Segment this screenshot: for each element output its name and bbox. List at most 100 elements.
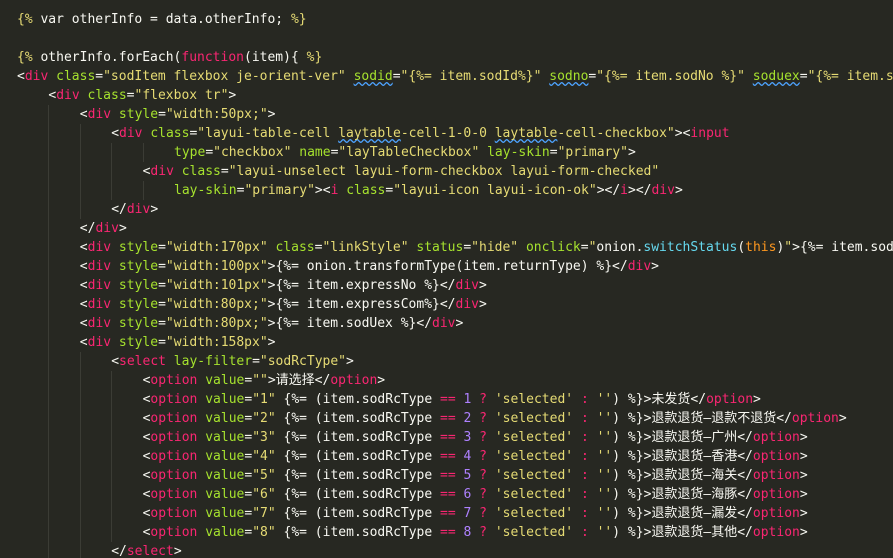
code-token: > (479, 297, 487, 312)
code-token: </ (416, 316, 433, 331)
code-line[interactable]: {% var otherInfo = data.otherInfo; %} (17, 10, 307, 29)
code-token: ) %}>退款退货—广州</ (612, 430, 753, 445)
code-token: "linkStyle" (322, 240, 409, 255)
code-token: ? (471, 392, 495, 407)
code-token: ? (471, 487, 495, 502)
code-token: 'selected' (494, 525, 574, 540)
code-line[interactable]: <option value="5" {%= (item.sodRcType ==… (143, 466, 808, 485)
code-token: style (111, 107, 159, 122)
code-token: "width:158px" (165, 335, 268, 350)
code-token: {% (17, 12, 33, 27)
code-line[interactable]: <select lay-filter="sodRcType"> (111, 352, 354, 371)
code-token: {%= ( (275, 449, 323, 464)
code-token: > (799, 487, 808, 502)
code-line[interactable]: <option value="3" {%= (item.sodRcType ==… (143, 428, 808, 447)
code-line[interactable]: <div class="sodItem flexbox je-orient-ve… (17, 67, 893, 86)
code-token: '' (596, 506, 613, 521)
code-token: {%= ( (275, 487, 323, 502)
code-token: {%= ( (275, 430, 323, 445)
code-token: div (87, 297, 112, 312)
code-editor[interactable]: {% var otherInfo = data.otherInfo; %} {% … (0, 0, 893, 558)
code-token: > (346, 354, 354, 369)
code-line[interactable]: <option value="8" {%= (item.sodRcType ==… (143, 523, 808, 542)
code-line[interactable]: <div style="width:170px" class="linkStyl… (80, 238, 893, 257)
code-token: < (79, 335, 88, 350)
code-token: ) %}>未发货</ (612, 392, 707, 407)
code-token: ) %}>退款退货—海关</ (612, 468, 753, 483)
code-token: : (573, 411, 597, 426)
code-line[interactable]: <option value="">请选择</option> (143, 371, 386, 390)
code-token: > (228, 88, 237, 103)
code-token: option (150, 506, 198, 521)
code-token: {%= item.sodUex %} (275, 316, 417, 331)
code-token: div (87, 259, 112, 274)
code-token: = (244, 430, 253, 445)
code-line[interactable]: <option value="7" {%= (item.sodRcType ==… (143, 504, 808, 523)
code-token: >< (674, 126, 691, 141)
code-token: = (392, 69, 401, 84)
code-line[interactable]: </select> (111, 542, 181, 558)
code-token: class (142, 126, 190, 141)
code-token: "" (252, 373, 268, 388)
code-token: option (150, 411, 198, 426)
code-line[interactable]: <div style="width:80px;">{%= item.expres… (80, 295, 487, 314)
code-token: "1" (252, 392, 276, 407)
code-token: option (330, 373, 378, 388)
code-token: = (158, 259, 166, 274)
code-line[interactable]: <div class="flexbox tr"> (48, 86, 236, 105)
code-token: ) %}>退款退货—香港</ (612, 449, 753, 464)
code-token: ? (471, 411, 495, 426)
code-line[interactable]: <div style="width:101px">{%= item.expres… (80, 276, 487, 295)
code-line[interactable]: <option value="6" {%= (item.sodRcType ==… (143, 485, 808, 504)
code-token: ? (471, 430, 495, 445)
code-token: "6" (252, 487, 276, 502)
code-line[interactable]: <option value="2" {%= (item.sodRcType ==… (143, 409, 847, 428)
code-token: = (126, 88, 135, 103)
code-token: laytable (494, 126, 558, 141)
code-line[interactable]: lay-skin="primary"><i class="layui-icon … (174, 181, 683, 200)
code-token: </ (439, 297, 456, 312)
code-token: "layui-table-cell (197, 126, 339, 141)
code-token: class (79, 88, 127, 103)
code-token: div (87, 107, 112, 122)
code-token: class (338, 183, 386, 198)
code-token: = (158, 278, 166, 293)
code-token: -cell-checkbox" (557, 126, 675, 141)
code-line[interactable]: </div> (111, 200, 158, 219)
code-token: : (573, 449, 597, 464)
code-token: value (197, 449, 245, 464)
code-token: '' (596, 392, 613, 407)
code-line[interactable]: type="checkbox" name="layTableCheckbox" … (174, 143, 636, 162)
code-line[interactable]: <div style="width:80px;">{%= item.sodUex… (80, 314, 464, 333)
code-token: div (95, 221, 119, 236)
code-token: type (174, 145, 206, 160)
code-line[interactable]: {% otherInfo.forEach(function(item){ %} (17, 48, 322, 67)
code-token: " (784, 240, 793, 255)
code-line[interactable]: <option value="1" {%= (item.sodRcType ==… (143, 390, 761, 409)
code-token: sodno (549, 69, 589, 84)
code-token: style (111, 297, 159, 312)
code-token: < (17, 69, 25, 84)
code-token: = (549, 145, 558, 160)
code-line[interactable]: <div class="layui-unselect layui-form-ch… (143, 162, 660, 181)
code-token: value (197, 373, 245, 388)
code-line[interactable]: <div style="width:158px"> (80, 333, 276, 352)
code-token: "width:100px" (165, 259, 268, 274)
code-line[interactable]: <option value="4" {%= (item.sodRcType ==… (143, 447, 808, 466)
code-token: option (150, 430, 198, 445)
code-token: : (573, 468, 597, 483)
code-token: option (752, 525, 800, 540)
code-token: 'selected' (494, 430, 574, 445)
code-token: style (111, 335, 159, 350)
code-line[interactable]: <div class="layui-table-cell laytable-ce… (111, 124, 729, 143)
code-token: item.sodRcType (322, 468, 433, 483)
code-token: value (197, 487, 245, 502)
code-token: option (791, 411, 839, 426)
code-line[interactable]: <div style="width:100px">{%= onion.trans… (80, 257, 659, 276)
code-line[interactable]: </div> (80, 219, 127, 238)
code-token: item.sodRcType (322, 449, 433, 464)
code-token: input (690, 126, 730, 141)
code-token: > (799, 525, 808, 540)
code-line[interactable]: <div style="width:50px;"> (80, 105, 276, 124)
